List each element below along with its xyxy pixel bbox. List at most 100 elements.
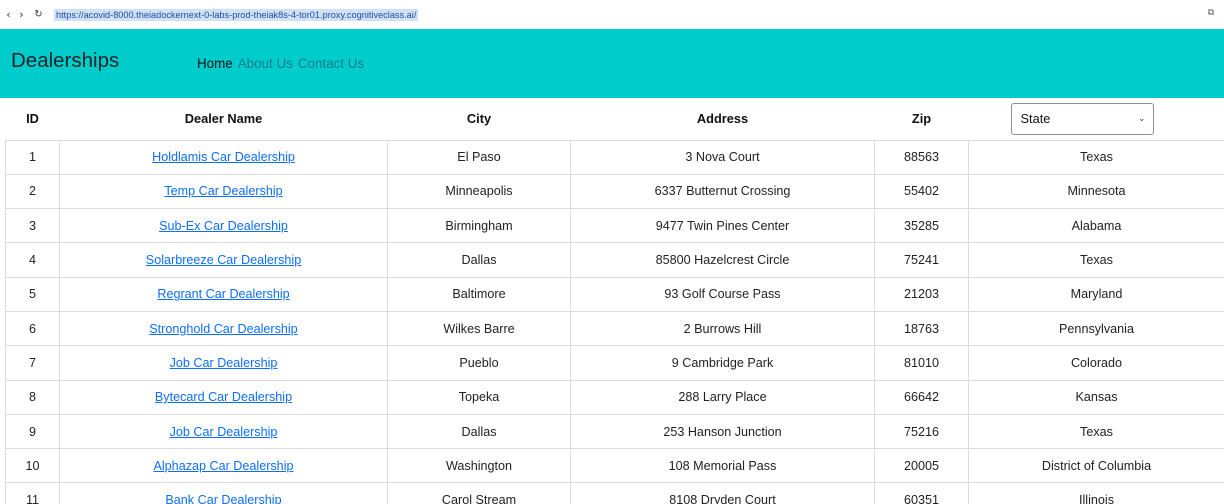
cell-city: El Paso bbox=[387, 139, 571, 175]
cell-state: Texas bbox=[968, 139, 1224, 175]
cell-state: Texas bbox=[968, 413, 1224, 450]
header-id: ID bbox=[26, 111, 39, 127]
state-filter-value: State bbox=[1020, 111, 1051, 127]
cell-city: Pueblo bbox=[387, 345, 571, 381]
cell-address: 2 Burrows Hill bbox=[570, 310, 875, 347]
header-dealer-name: Dealer Name bbox=[184, 111, 263, 127]
dealer-name-link[interactable]: Bytecard Car Dealership bbox=[155, 390, 292, 404]
cell-id: 10 bbox=[5, 448, 60, 484]
reload-icon[interactable]: ↻ bbox=[33, 9, 44, 20]
state-filter-select[interactable]: State ⌄ bbox=[1010, 102, 1154, 135]
table-row: 1 Holdlamis Car Dealership El Paso 3 Nova C… bbox=[5, 139, 1224, 175]
cell-address: 8108 Dryden Court bbox=[570, 482, 875, 504]
table-row: 6 Stronghold Car Dealership Wilkes Barre 2 … bbox=[5, 310, 1224, 347]
table-row: 7 Job Car Dealership Pueblo 9 Cambridge Par… bbox=[5, 345, 1224, 381]
cell-zip: 20005 bbox=[874, 448, 969, 484]
back-icon[interactable]: ‹ bbox=[3, 8, 14, 21]
header-state: State ⌄ bbox=[969, 98, 1224, 140]
table-row: 3 Sub-Ex Car Dealership Birmingham 9477 Twi… bbox=[5, 208, 1224, 244]
cell-id: 5 bbox=[5, 276, 60, 312]
cell-city: Wilkes Barre bbox=[387, 310, 571, 347]
dealer-name-link[interactable]: Job Car Dealership bbox=[170, 425, 278, 439]
dealers-table: ID Dealer Name City Address Zip State ⌄ … bbox=[5, 98, 1224, 504]
chevron-down-icon: ⌄ bbox=[1137, 113, 1146, 124]
table-body: 1 Holdlamis Car Dealership El Paso 3 Nova C… bbox=[5, 139, 1224, 504]
cell-address: 85800 Hazelcrest Circle bbox=[570, 242, 875, 278]
address-bar[interactable]: https://acovid-8000.theiadockernext-0-la… bbox=[54, 8, 419, 21]
brand-title[interactable]: Dealerships bbox=[11, 49, 119, 73]
dealer-name-link[interactable]: Bank Car Dealership bbox=[165, 493, 281, 504]
nav-link-home[interactable]: Home bbox=[197, 56, 233, 71]
cell-dealer-name: Sub-Ex Car Dealership bbox=[59, 208, 388, 244]
cell-state: Maryland bbox=[968, 276, 1224, 312]
cell-id: 7 bbox=[5, 345, 60, 381]
cell-address: 288 Larry Place bbox=[570, 379, 875, 415]
cell-id: 11 bbox=[5, 482, 60, 504]
open-external-icon[interactable]: ⧉ bbox=[1206, 8, 1216, 18]
cell-dealer-name: Temp Car Dealership bbox=[59, 173, 388, 210]
cell-zip: 75241 bbox=[874, 242, 969, 278]
cell-city: Topeka bbox=[387, 379, 571, 415]
table-row: 11 Bank Car Dealership Carol Stream 8108 Dr… bbox=[5, 482, 1224, 504]
forward-icon[interactable]: › bbox=[16, 8, 27, 21]
cell-id: 6 bbox=[5, 310, 60, 347]
cell-address: 93 Golf Course Pass bbox=[570, 276, 875, 312]
cell-dealer-name: Job Car Dealership bbox=[59, 345, 388, 381]
cell-city: Carol Stream bbox=[387, 482, 571, 504]
cell-zip: 88563 bbox=[874, 139, 969, 175]
table-row: 10 Alphazap Car Dealership Washington 108 M… bbox=[5, 448, 1224, 484]
cell-zip: 35285 bbox=[874, 208, 969, 244]
cell-dealer-name: Alphazap Car Dealership bbox=[59, 448, 388, 484]
cell-city: Dallas bbox=[387, 413, 571, 450]
table-row: 8 Bytecard Car Dealership Topeka 288 Larry … bbox=[5, 379, 1224, 415]
cell-state: District of Columbia bbox=[968, 448, 1224, 484]
dealer-name-link[interactable]: Holdlamis Car Dealership bbox=[152, 150, 295, 164]
cell-state: Pennsylvania bbox=[968, 310, 1224, 347]
cell-dealer-name: Regrant Car Dealership bbox=[59, 276, 388, 312]
cell-zip: 18763 bbox=[874, 310, 969, 347]
cell-id: 4 bbox=[5, 242, 60, 278]
dealer-name-link[interactable]: Regrant Car Dealership bbox=[157, 287, 289, 301]
dealer-name-link[interactable]: Alphazap Car Dealership bbox=[153, 459, 293, 473]
cell-state: Kansas bbox=[968, 379, 1224, 415]
nav-link-about-us[interactable]: About Us bbox=[238, 56, 293, 71]
cell-dealer-name: Holdlamis Car Dealership bbox=[59, 139, 388, 175]
dealer-name-link[interactable]: Solarbreeze Car Dealership bbox=[146, 253, 301, 267]
cell-city: Minneapolis bbox=[387, 173, 571, 210]
nav-link-contact-us[interactable]: Contact Us bbox=[298, 56, 364, 71]
cell-id: 2 bbox=[5, 173, 60, 210]
table-row: 9 Job Car Dealership Dallas 253 Hanson Junc… bbox=[5, 413, 1224, 450]
cell-zip: 75216 bbox=[874, 413, 969, 450]
cell-city: Birmingham bbox=[387, 208, 571, 244]
cell-zip: 81010 bbox=[874, 345, 969, 381]
table-row: 4 Solarbreeze Car Dealership Dallas 85800 H… bbox=[5, 242, 1224, 278]
cell-address: 108 Memorial Pass bbox=[570, 448, 875, 484]
cell-city: Washington bbox=[387, 448, 571, 484]
cell-zip: 66642 bbox=[874, 379, 969, 415]
dealer-name-link[interactable]: Sub-Ex Car Dealership bbox=[159, 219, 288, 233]
cell-state: Texas bbox=[968, 242, 1224, 278]
cell-dealer-name: Stronghold Car Dealership bbox=[59, 310, 388, 347]
dealer-name-link[interactable]: Stronghold Car Dealership bbox=[149, 322, 297, 336]
dealers-table-container: ID Dealer Name City Address Zip State ⌄ … bbox=[5, 98, 1224, 504]
cell-address: 253 Hanson Junction bbox=[570, 413, 875, 450]
cell-id: 3 bbox=[5, 208, 60, 244]
cell-dealer-name: Solarbreeze Car Dealership bbox=[59, 242, 388, 278]
cell-city: Dallas bbox=[387, 242, 571, 278]
header-zip: Zip bbox=[911, 111, 932, 127]
dealer-name-link[interactable]: Temp Car Dealership bbox=[164, 184, 282, 198]
cell-address: 6337 Butternut Crossing bbox=[570, 173, 875, 210]
cell-state: Minnesota bbox=[968, 173, 1224, 210]
dealer-name-link[interactable]: Job Car Dealership bbox=[170, 356, 278, 370]
cell-address: 9477 Twin Pines Center bbox=[570, 208, 875, 244]
cell-zip: 55402 bbox=[874, 173, 969, 210]
cell-address: 3 Nova Court bbox=[570, 139, 875, 175]
cell-zip: 60351 bbox=[874, 482, 969, 504]
cell-id: 8 bbox=[5, 379, 60, 415]
browser-toolbar: ‹ › ↻ https://acovid-8000.theiadockernex… bbox=[0, 0, 1224, 29]
header-address: Address bbox=[696, 111, 749, 127]
cell-state: Illinois bbox=[968, 482, 1224, 504]
app-navbar: Dealerships Home About Us Contact Us bbox=[0, 29, 1224, 98]
table-header-row: ID Dealer Name City Address Zip State ⌄ bbox=[6, 98, 1224, 140]
header-city: City bbox=[466, 111, 492, 127]
